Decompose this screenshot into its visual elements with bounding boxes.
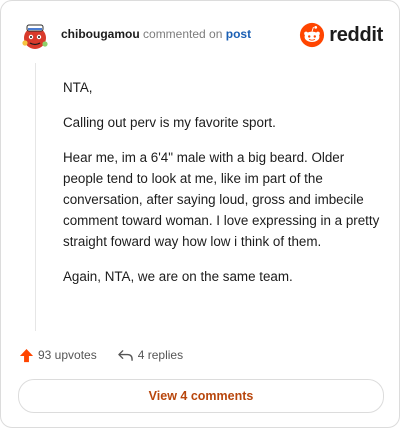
- upvote-arrow-icon: [19, 348, 34, 362]
- snoo-avatar-icon[interactable]: [19, 19, 51, 51]
- username[interactable]: chibougamou: [61, 27, 140, 41]
- comment-paragraph: NTA,: [63, 80, 93, 95]
- reply-count: 4 replies: [137, 348, 184, 362]
- replies-button[interactable]: 4 replies: [117, 348, 183, 363]
- comment-header: chibougamou commented on post reddit: [19, 15, 383, 55]
- comment-body: NTA, Calling out perv is my favorite spo…: [63, 77, 385, 301]
- post-link[interactable]: post: [226, 27, 251, 41]
- commented-on-text: commented on: [143, 27, 223, 41]
- thread-line: [35, 63, 36, 331]
- reddit-logo[interactable]: reddit: [299, 21, 383, 49]
- reddit-wordmark: reddit: [329, 23, 383, 46]
- upvote-count: 93 upvotes: [38, 348, 97, 362]
- reddit-logo-icon: [300, 22, 325, 48]
- comment-meta: chibougamou commented on post: [61, 27, 251, 41]
- comment-card: chibougamou commented on post reddit NTA…: [0, 0, 400, 428]
- upvote-button[interactable]: 93 upvotes: [19, 348, 97, 363]
- view-comments-button[interactable]: View 4 comments: [18, 379, 384, 413]
- comment-paragraph: Hear me, im a 6'4" male with a big beard…: [63, 150, 380, 249]
- reply-arrow-icon: [117, 349, 133, 361]
- comment-paragraph: Again, NTA, we are on the same team.: [63, 269, 293, 284]
- comment-paragraph: Calling out perv is my favorite sport.: [63, 115, 276, 130]
- comment-actions: 93 upvotes 4 replies: [19, 345, 183, 365]
